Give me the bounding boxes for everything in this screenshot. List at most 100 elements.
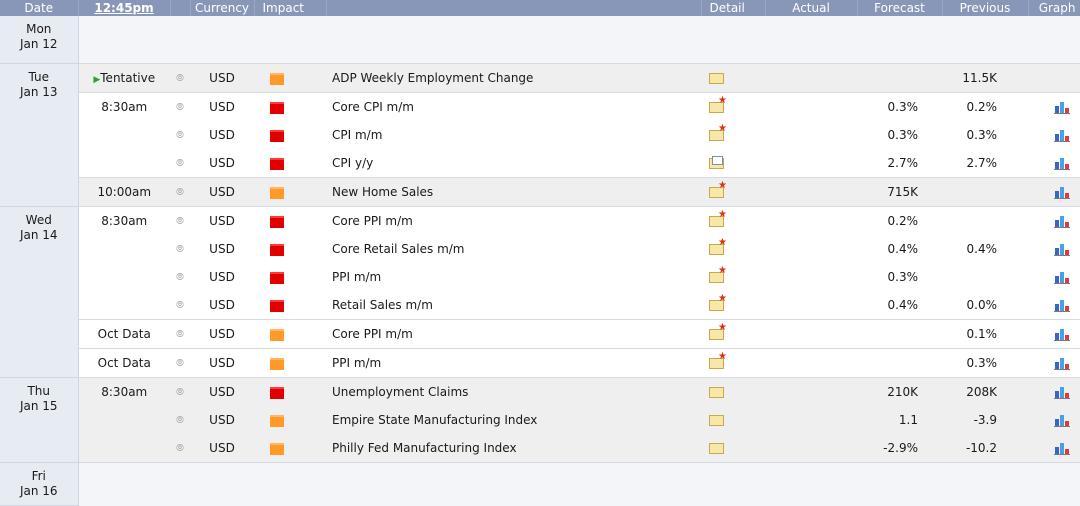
graph-icon[interactable] — [1028, 177, 1080, 207]
impact-medium-icon — [254, 406, 326, 434]
event-row[interactable]: Wed Jan 14 8:30am ⦾ USD Core PPI m/m ★ 0… — [0, 206, 1080, 378]
currency: USD — [190, 206, 254, 235]
event-row[interactable]: Thu Jan 15 8:30am ⦾ USD Unemployment Cla… — [0, 377, 1080, 463]
detail-folder-new-icon[interactable]: ★ — [701, 177, 765, 207]
previous-value: 0.0% — [942, 291, 1028, 320]
detail-folder-new-icon[interactable]: ★ — [701, 206, 765, 235]
sound-icon[interactable]: ⦾ — [170, 235, 190, 263]
detail-folder-doc-icon[interactable] — [701, 149, 765, 178]
sound-icon[interactable]: ⦾ — [170, 348, 190, 378]
detail-folder-icon[interactable] — [701, 63, 765, 93]
detail-folder-new-icon[interactable]: ★ — [701, 319, 765, 349]
detail-folder-new-icon[interactable]: ★ — [701, 263, 765, 291]
sound-icon[interactable]: ⦾ — [170, 377, 190, 406]
detail-folder-new-icon[interactable]: ★ — [701, 291, 765, 320]
detail-folder-new-icon[interactable]: ★ — [701, 92, 765, 121]
event-name[interactable]: Core PPI m/m — [326, 319, 701, 349]
calendar-table: Date 12:45pm Currency Impact Detail Actu… — [0, 0, 1080, 506]
detail-folder-new-icon[interactable]: ★ — [701, 235, 765, 263]
forecast-value: 0.3% — [857, 121, 942, 149]
forecast-value: 0.4% — [857, 235, 942, 263]
graph-icon[interactable] — [1028, 235, 1080, 263]
sound-icon[interactable]: ⦾ — [170, 63, 190, 93]
impact-high-icon — [254, 149, 326, 178]
actual-value — [765, 92, 857, 121]
event-row[interactable]: ⦾ USD Philly Fed Manufacturing Index -2.… — [0, 434, 1080, 463]
event-row[interactable]: ⦾ USD PPI m/m ★ 0.3% — [0, 263, 1080, 291]
impact-medium-icon — [254, 177, 326, 207]
forecast-header: Forecast — [857, 0, 943, 16]
detail-folder-icon[interactable] — [701, 434, 765, 463]
sound-icon[interactable]: ⦾ — [170, 121, 190, 149]
graph-icon[interactable] — [1028, 406, 1080, 434]
event-row[interactable]: ⦾ USD Retail Sales m/m ★ 0.4% 0.0% — [0, 291, 1080, 320]
event-row[interactable]: ⦾ USD Core Retail Sales m/m ★ 0.4% 0.4% — [0, 235, 1080, 263]
previous-value: 2.7% — [942, 149, 1028, 178]
event-name[interactable]: Unemployment Claims — [326, 377, 701, 406]
event-row[interactable]: Oct Data ⦾ USD PPI m/m ★ 0.3% — [0, 348, 1080, 378]
event-name[interactable]: Core CPI m/m — [326, 92, 701, 121]
forecast-value: -2.9% — [857, 434, 942, 463]
event-name[interactable]: PPI m/m — [326, 348, 701, 378]
sound-icon[interactable]: ⦾ — [170, 149, 190, 178]
event-time — [78, 263, 170, 291]
weekday-label: Thu — [27, 384, 51, 398]
time-header[interactable]: 12:45pm — [78, 0, 171, 16]
graph-icon[interactable] — [1028, 377, 1080, 406]
graph-icon[interactable] — [1028, 348, 1080, 378]
graph-icon[interactable] — [1028, 291, 1080, 320]
event-name[interactable]: Empire State Manufacturing Index — [326, 406, 701, 434]
event-row[interactable]: 8:30am ⦾ USD Core CPI m/m ★ 0.3% 0.2% — [0, 92, 1080, 121]
sound-icon[interactable]: ⦾ — [170, 206, 190, 235]
event-time: Oct Data — [78, 319, 170, 349]
sound-icon[interactable]: ⦾ — [170, 319, 190, 349]
event-name[interactable]: Core PPI m/m — [326, 206, 701, 235]
impact-medium-icon — [254, 319, 326, 349]
graph-icon[interactable] — [1028, 92, 1080, 121]
event-row[interactable]: ⦾ USD Empire State Manufacturing Index 1… — [0, 406, 1080, 434]
event-name[interactable]: CPI y/y — [326, 149, 701, 178]
detail-folder-icon[interactable] — [701, 377, 765, 406]
graph-icon[interactable] — [1028, 149, 1080, 178]
graph-icon[interactable] — [1028, 434, 1080, 463]
forecast-value: 1.1 — [857, 406, 942, 434]
sound-icon[interactable]: ⦾ — [170, 434, 190, 463]
actual-value — [765, 319, 857, 349]
detail-folder-new-icon[interactable]: ★ — [701, 121, 765, 149]
current-time-link[interactable]: 12:45pm — [94, 1, 153, 15]
event-row[interactable]: 10:00am ⦾ USD New Home Sales ★ 715K — [0, 177, 1080, 207]
detail-folder-icon[interactable] — [701, 406, 765, 434]
date-header: Date — [0, 0, 79, 16]
graph-icon[interactable] — [1028, 206, 1080, 235]
event-name[interactable]: New Home Sales — [326, 177, 701, 207]
event-name[interactable]: Retail Sales m/m — [326, 291, 701, 320]
sound-icon[interactable]: ⦾ — [170, 263, 190, 291]
sound-icon[interactable]: ⦾ — [170, 406, 190, 434]
event-row[interactable]: ⦾ USD CPI m/m ★ 0.3% 0.3% — [0, 121, 1080, 149]
sound-icon[interactable]: ⦾ — [170, 177, 190, 207]
forecast-value: 210K — [857, 377, 942, 406]
event-time — [78, 121, 170, 149]
actual-value — [765, 149, 857, 178]
detail-folder-new-icon[interactable]: ★ — [701, 348, 765, 378]
event-row[interactable]: ⦾ USD CPI y/y 2.7% 2.7% — [0, 149, 1080, 178]
empty-day-mon — [78, 16, 1080, 64]
event-name[interactable]: Philly Fed Manufacturing Index — [326, 434, 701, 463]
date-label: Jan 15 — [19, 399, 58, 413]
event-name[interactable]: ADP Weekly Employment Change — [326, 63, 701, 93]
previous-value: 0.2% — [942, 92, 1028, 121]
graph-icon[interactable] — [1028, 319, 1080, 349]
event-row[interactable]: Tue Jan 13 ▶Tentative ⦾ USD ADP Weekly E… — [0, 63, 1080, 207]
event-header — [326, 0, 702, 16]
sound-icon[interactable]: ⦾ — [170, 92, 190, 121]
event-time: 8:30am — [78, 92, 170, 121]
event-name[interactable]: Core Retail Sales m/m — [326, 235, 701, 263]
event-row[interactable]: Oct Data ⦾ USD Core PPI m/m ★ 0.1% — [0, 319, 1080, 349]
event-name[interactable]: PPI m/m — [326, 263, 701, 291]
sound-icon[interactable]: ⦾ — [170, 291, 190, 320]
event-name[interactable]: CPI m/m — [326, 121, 701, 149]
graph-icon[interactable] — [1028, 121, 1080, 149]
impact-high-icon — [254, 235, 326, 263]
weekday-label: Fri — [31, 469, 46, 483]
graph-icon[interactable] — [1028, 263, 1080, 291]
